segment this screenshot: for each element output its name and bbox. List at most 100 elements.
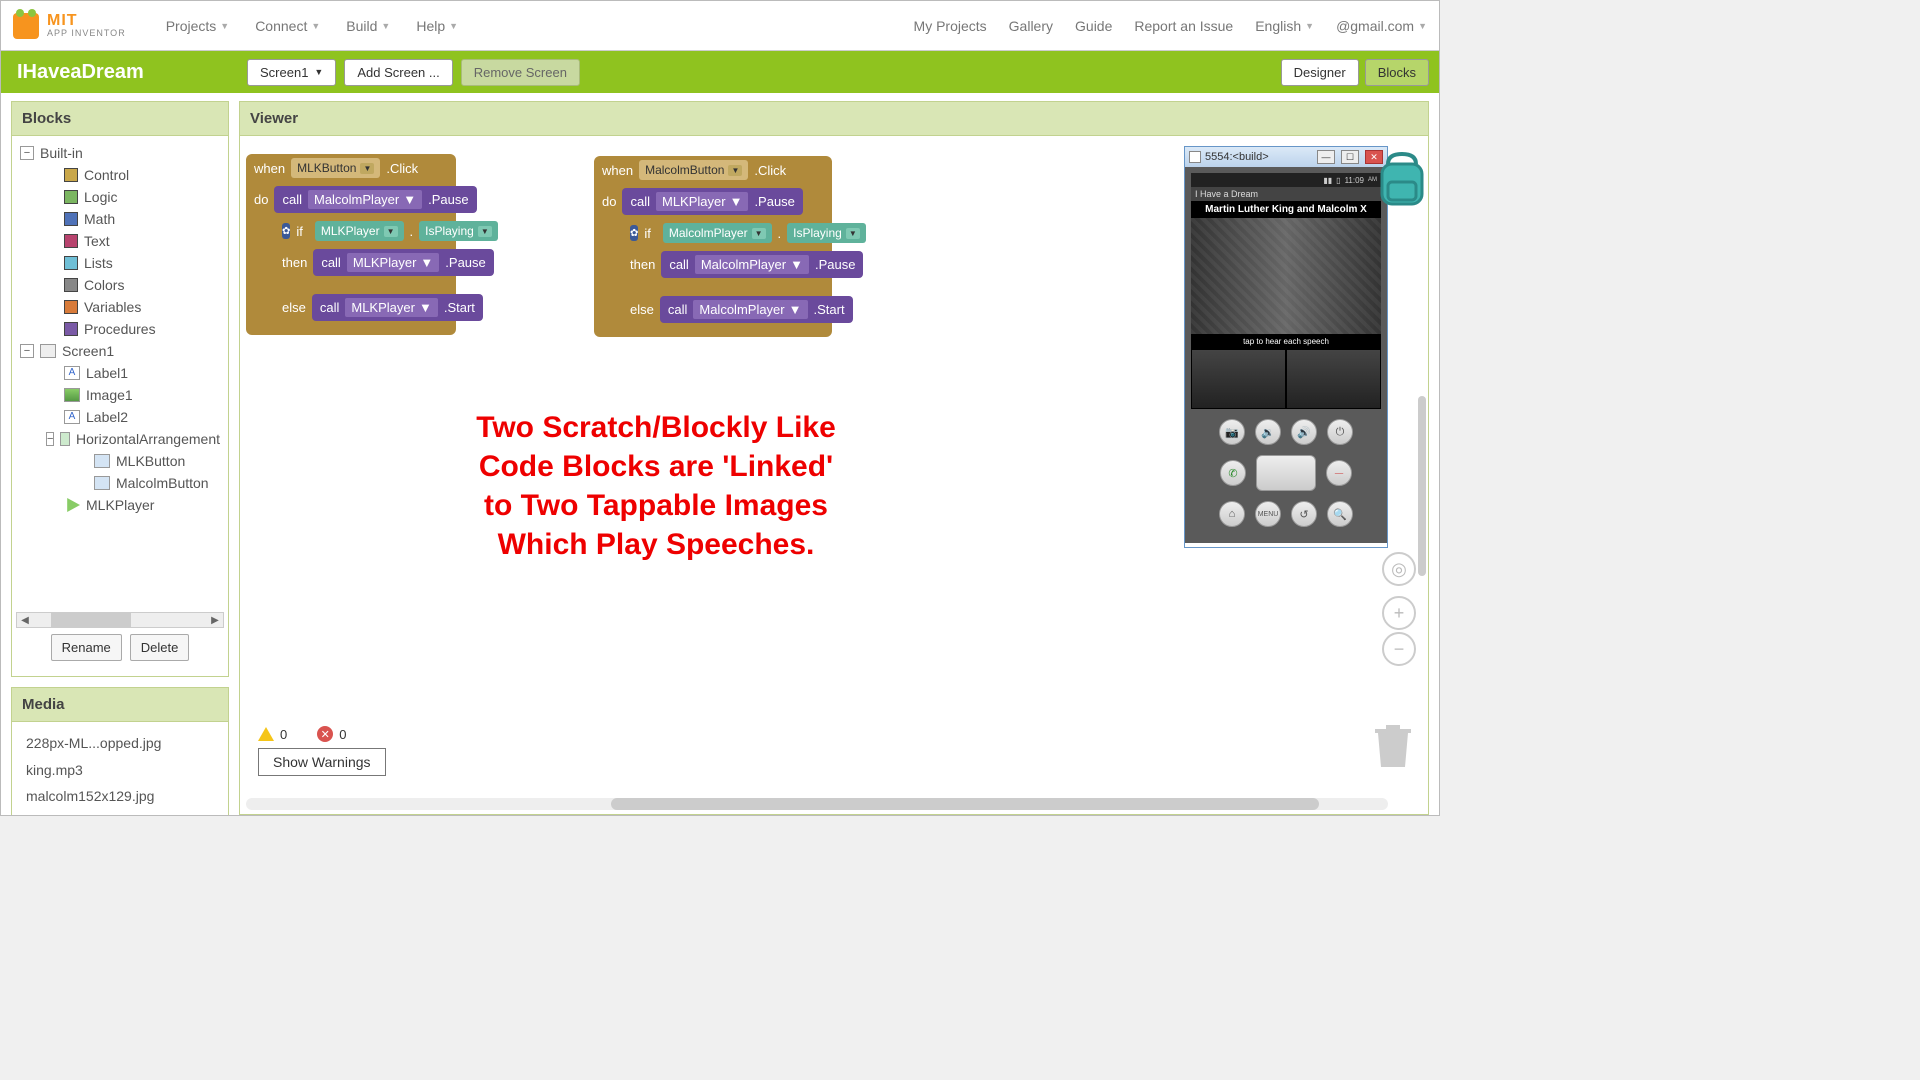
dropdown-icon[interactable]: ▼ (384, 226, 398, 237)
blocks-canvas[interactable]: when MLKButton▼ .Click do callMalcolmPla… (240, 136, 1428, 814)
tree-builtin[interactable]: − Built-in (18, 142, 222, 164)
emulator-main-image[interactable] (1191, 218, 1381, 334)
menu-user[interactable]: @gmail.com▼ (1336, 18, 1427, 34)
blocks-button[interactable]: Blocks (1365, 59, 1429, 86)
emulator-app-title: I Have a Dream (1191, 187, 1381, 201)
media-item[interactable]: king.mp3 (26, 757, 214, 784)
gear-icon[interactable]: ✿ (282, 223, 290, 239)
logo-text-2: APP INVENTOR (47, 29, 126, 38)
dropdown-icon[interactable]: ▼ (752, 228, 766, 239)
comp-label2[interactable]: ALabel2 (18, 406, 222, 428)
dropdown-icon[interactable]: ▼ (360, 163, 374, 174)
cat-colors[interactable]: Colors (18, 274, 222, 296)
volume-up-icon[interactable]: 🔊 (1291, 419, 1317, 445)
dropdown-icon[interactable]: ▼ (728, 165, 742, 176)
zoom-in-icon[interactable]: + (1382, 596, 1416, 630)
menu-build[interactable]: Build▼ (346, 18, 390, 34)
cat-control[interactable]: Control (18, 164, 222, 186)
designer-button[interactable]: Designer (1281, 59, 1359, 86)
maximize-icon[interactable]: ☐ (1341, 150, 1359, 164)
emulator-window[interactable]: 5554:<build> — ☐ ✕ ▮▮ ▯ 11:09 AM (1184, 146, 1388, 548)
dropdown-icon[interactable]: ▼ (846, 228, 860, 239)
dropdown-icon[interactable]: ▼ (478, 226, 492, 237)
viewer-hscroll[interactable] (246, 798, 1388, 810)
label-icon: A (64, 366, 80, 380)
camera-icon[interactable]: 📷 (1219, 419, 1245, 445)
link-my-projects[interactable]: My Projects (914, 18, 987, 34)
minimize-icon[interactable]: — (1317, 150, 1335, 164)
target-icon[interactable]: ◎ (1382, 552, 1416, 586)
add-screen-button[interactable]: Add Screen ... (344, 59, 452, 86)
call-icon[interactable]: ✆ (1220, 460, 1246, 486)
dropdown-icon[interactable]: ▼ (419, 300, 432, 315)
window-icon (1189, 151, 1201, 163)
viewer-vscroll[interactable] (1418, 396, 1426, 576)
component-tree[interactable]: − Built-in Control Logic Math Text Lists… (12, 136, 228, 626)
comp-harrangement[interactable]: − HorizontalArrangement (18, 428, 222, 450)
emulator-malcolm-image[interactable] (1286, 349, 1381, 409)
button-icon (94, 476, 110, 490)
code-block-mlk[interactable]: when MLKButton▼ .Click do callMalcolmPla… (246, 154, 456, 335)
emulator-mlk-image[interactable] (1191, 349, 1286, 409)
tree-screen1[interactable]: − Screen1 (18, 340, 222, 362)
delete-button[interactable]: Delete (130, 634, 190, 661)
comp-label1[interactable]: ALabel1 (18, 362, 222, 384)
code-block-malcolm[interactable]: when MalcolmButton▼ .Click do callMLKPla… (594, 156, 832, 337)
dropdown-icon[interactable]: ▼ (789, 302, 802, 317)
comp-mlkbutton[interactable]: MLKButton (18, 450, 222, 472)
cat-logic[interactable]: Logic (18, 186, 222, 208)
menu-language[interactable]: English▼ (1255, 18, 1314, 34)
comp-mlkplayer[interactable]: MLKPlayer (18, 494, 222, 516)
dpad[interactable] (1256, 455, 1316, 491)
warnings-bar: 0 ✕0 Show Warnings (258, 726, 386, 776)
dropdown-icon[interactable]: ▼ (403, 192, 416, 207)
chevron-down-icon: ▼ (314, 67, 323, 77)
collapse-icon[interactable]: − (20, 344, 34, 358)
cat-procedures[interactable]: Procedures (18, 318, 222, 340)
search-icon[interactable]: 🔍 (1327, 501, 1353, 527)
gear-icon[interactable]: ✿ (630, 225, 638, 241)
emulator-title: 5554:<build> (1205, 151, 1269, 163)
home-icon[interactable]: ⌂ (1219, 501, 1245, 527)
tree-hscroll[interactable]: ◀▶ (16, 612, 224, 628)
zoom-out-icon[interactable]: − (1382, 632, 1416, 666)
emulator-titlebar[interactable]: 5554:<build> — ☐ ✕ (1185, 147, 1387, 167)
cat-lists[interactable]: Lists (18, 252, 222, 274)
backpack-icon[interactable] (1374, 150, 1428, 211)
menu-help[interactable]: Help▼ (416, 18, 458, 34)
emulator-tap-text: tap to hear each speech (1191, 334, 1381, 349)
cat-variables[interactable]: Variables (18, 296, 222, 318)
logo: MIT APP INVENTOR (13, 13, 126, 39)
cat-math[interactable]: Math (18, 208, 222, 230)
remove-screen-button[interactable]: Remove Screen (461, 59, 580, 86)
rename-button[interactable]: Rename (51, 634, 122, 661)
show-warnings-button[interactable]: Show Warnings (258, 748, 386, 776)
trash-icon[interactable] (1372, 721, 1414, 774)
screen-selector[interactable]: Screen1▼ (247, 59, 336, 86)
comp-image1[interactable]: Image1 (18, 384, 222, 406)
menu-icon[interactable]: MENU (1255, 501, 1281, 527)
menu-connect[interactable]: Connect▼ (255, 18, 320, 34)
logo-icon (13, 13, 39, 39)
layout-icon (60, 432, 70, 446)
dropdown-icon[interactable]: ▼ (790, 257, 803, 272)
dropdown-icon[interactable]: ▼ (420, 255, 433, 270)
menu-projects[interactable]: Projects▼ (166, 18, 230, 34)
end-call-icon[interactable]: ⏤ (1326, 460, 1352, 486)
cat-text[interactable]: Text (18, 230, 222, 252)
link-guide[interactable]: Guide (1075, 18, 1112, 34)
power-icon[interactable]: ⏻ (1327, 419, 1353, 445)
link-report-issue[interactable]: Report an Issue (1134, 18, 1233, 34)
media-item[interactable]: malcolmx.mp3 (26, 810, 214, 816)
media-item[interactable]: 228px-ML...opped.jpg (26, 730, 214, 757)
volume-down-icon[interactable]: 🔉 (1255, 419, 1281, 445)
collapse-icon[interactable]: − (20, 146, 34, 160)
link-gallery[interactable]: Gallery (1009, 18, 1053, 34)
annotation-text: Two Scratch/Blockly Like Code Blocks are… (456, 408, 856, 564)
comp-malcolmbutton[interactable]: MalcolmButton (18, 472, 222, 494)
back-icon[interactable]: ↺ (1291, 501, 1317, 527)
media-item[interactable]: malcolm152x129.jpg (26, 783, 214, 810)
media-panel: Media 228px-ML...opped.jpg king.mp3 malc… (11, 687, 229, 816)
collapse-icon[interactable]: − (46, 432, 54, 446)
dropdown-icon[interactable]: ▼ (730, 194, 743, 209)
